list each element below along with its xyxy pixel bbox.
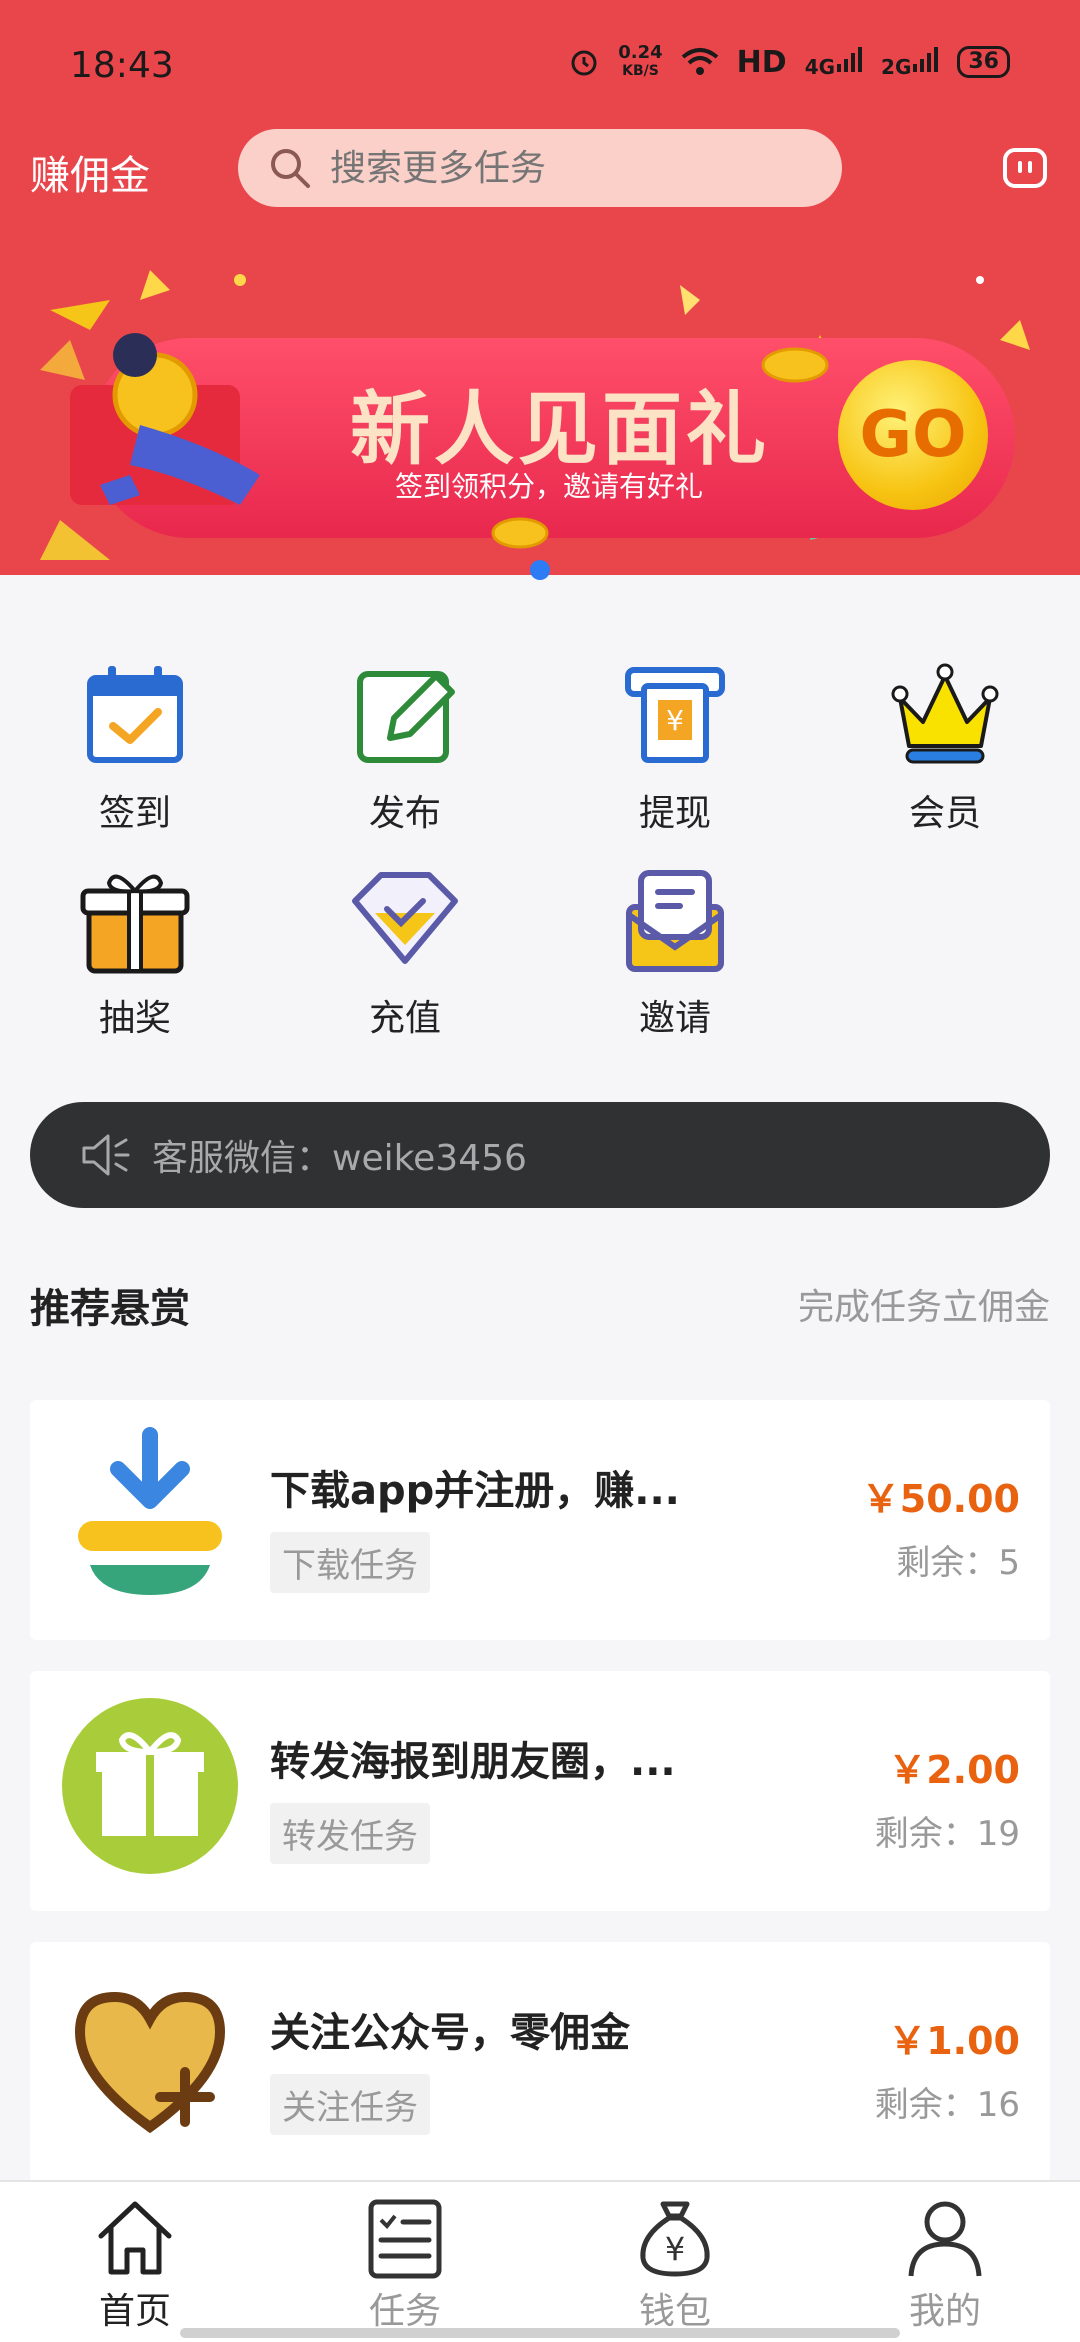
grid-label: 提现 xyxy=(638,793,711,834)
grid-item-invite[interactable]: 邀请 xyxy=(585,865,765,1041)
gift-box-icon xyxy=(80,874,190,974)
tab-label: 首页 xyxy=(98,2291,171,2332)
grid-item-vip[interactable]: 会员 xyxy=(855,660,1035,836)
task-card[interactable]: 下载app并注册，赚... 下载任务 ￥50.00 剩余：5 xyxy=(30,1400,1050,1640)
download-icon xyxy=(78,1427,222,1595)
sim2-label: 2G xyxy=(881,54,912,79)
banner-title: 新人见面礼 xyxy=(350,383,770,476)
task-list-icon xyxy=(368,2199,442,2279)
tab-label: 钱包 xyxy=(638,2291,711,2332)
task-remaining: 剩余：16 xyxy=(874,2085,1020,2125)
withdraw-icon: ¥ xyxy=(625,667,725,763)
task-remaining: 剩余：5 xyxy=(896,1543,1020,1583)
sim1-signal: 4G xyxy=(805,46,863,79)
task-tag: 关注任务 xyxy=(270,2074,430,2135)
task-title: 关注公众号，零佣金 xyxy=(270,2010,630,2056)
grid-item-checkin[interactable]: 签到 xyxy=(45,660,225,836)
crown-icon xyxy=(891,663,999,764)
calendar-check-icon xyxy=(87,666,183,763)
status-icons: 0.24 KB/S HD 4G 2G 36 xyxy=(568,44,1010,80)
money-bag-icon: ¥ xyxy=(640,2201,710,2277)
grid-label: 抽奖 xyxy=(98,998,171,1039)
tab-label: 任务 xyxy=(368,2291,441,2332)
grid-label: 会员 xyxy=(908,793,981,834)
status-time: 18:43 xyxy=(70,45,174,86)
home-indicator[interactable] xyxy=(180,2328,900,2338)
grid-label: 邀请 xyxy=(638,998,711,1039)
svg-text:¥: ¥ xyxy=(665,2230,685,2268)
grid-item-recharge[interactable]: 充值 xyxy=(315,865,495,1041)
status-bar: 18:43 0.24 KB/S HD 4G 2G 36 xyxy=(0,0,1080,130)
signal-icon xyxy=(837,46,863,72)
banner-go-button[interactable]: GO xyxy=(838,360,988,510)
svg-text:¥: ¥ xyxy=(666,704,684,737)
task-price: ￥1.00 xyxy=(888,2019,1020,2063)
net-speed: 0.24 KB/S xyxy=(618,44,662,80)
grid-item-lottery[interactable]: 抽奖 xyxy=(45,865,225,1041)
signal-icon xyxy=(913,46,939,72)
section-header: 推荐悬赏 完成任务立佣金 xyxy=(30,1270,1050,1332)
wifi-icon xyxy=(681,48,718,75)
section-title: 推荐悬赏 xyxy=(30,1286,190,1332)
edit-icon xyxy=(357,671,455,763)
promo-banner[interactable]: 新人见面礼 签到领积分，邀请有好礼 GO xyxy=(0,260,1080,575)
task-title: 转发海报到朋友圈，... xyxy=(270,1739,676,1785)
task-card[interactable]: 关注公众号，零佣金 关注任务 ￥1.00 剩余：16 xyxy=(30,1942,1050,2182)
tab-tasks[interactable]: 任务 xyxy=(325,2196,485,2334)
top-bar: 赚佣金 xyxy=(0,125,1080,215)
grid-label: 签到 xyxy=(98,793,171,834)
coin-icon xyxy=(761,347,829,383)
grid-item-withdraw[interactable]: ¥ 提现 xyxy=(585,660,765,836)
bottom-tab-bar: 首页 任务 ¥ 钱包 我的 xyxy=(0,2180,1080,2342)
task-tag: 下载任务 xyxy=(270,1532,430,1593)
tab-home[interactable]: 首页 xyxy=(55,2196,215,2334)
task-tag: 转发任务 xyxy=(270,1803,430,1864)
envelope-icon xyxy=(626,870,724,972)
search-bar[interactable] xyxy=(238,129,842,207)
task-title: 下载app并注册，赚... xyxy=(270,1468,680,1514)
task-price: ￥50.00 xyxy=(861,1477,1020,1521)
section-more-link[interactable]: 完成任务立佣金 xyxy=(798,1278,1050,1330)
sim1-label: 4G xyxy=(804,54,836,79)
header: 18:43 0.24 KB/S HD 4G 2G 36 赚佣金 搜索更多任务 新… xyxy=(0,0,1080,580)
grid-label: 发布 xyxy=(368,793,441,834)
heart-plus-icon xyxy=(74,1991,226,2134)
customer-service-notice[interactable]: 客服微信：weike3456 xyxy=(30,1102,1050,1208)
task-price: ￥2.00 xyxy=(888,1748,1020,1792)
net-speed-unit: KB/S xyxy=(622,63,659,79)
speaker-icon xyxy=(82,1134,130,1176)
banner-subtitle: 签到领积分，邀请有好礼 xyxy=(395,470,704,503)
user-icon xyxy=(908,2201,982,2277)
task-card[interactable]: 转发海报到朋友圈，... 转发任务 ￥2.00 剩余：19 xyxy=(30,1671,1050,1911)
tab-wallet[interactable]: ¥ 钱包 xyxy=(595,2196,755,2334)
grid-label: 充值 xyxy=(368,998,441,1039)
net-speed-value: 0.24 xyxy=(618,42,663,63)
search-input[interactable] xyxy=(328,146,812,190)
search-icon xyxy=(271,149,310,188)
home-icon xyxy=(98,2201,172,2275)
alarm-icon xyxy=(571,50,597,76)
grid-item-publish[interactable]: 发布 xyxy=(315,660,495,836)
carousel-indicator[interactable] xyxy=(530,560,550,580)
notice-text: 客服微信：weike3456 xyxy=(152,1138,527,1179)
banner-character-illustration xyxy=(70,333,260,505)
hd-label: HD xyxy=(736,44,787,80)
message-icon[interactable] xyxy=(1000,143,1050,193)
task-remaining: 剩余：19 xyxy=(874,1814,1020,1854)
tab-label: 我的 xyxy=(908,2291,981,2332)
tab-profile[interactable]: 我的 xyxy=(865,2196,1025,2334)
coin-icon xyxy=(491,517,549,549)
diamond-icon xyxy=(352,872,458,964)
sim2-signal: 2G xyxy=(881,46,939,79)
battery-indicator: 36 xyxy=(957,46,1010,78)
gift-icon xyxy=(62,1698,238,1874)
app-title: 赚佣金 xyxy=(30,153,150,199)
